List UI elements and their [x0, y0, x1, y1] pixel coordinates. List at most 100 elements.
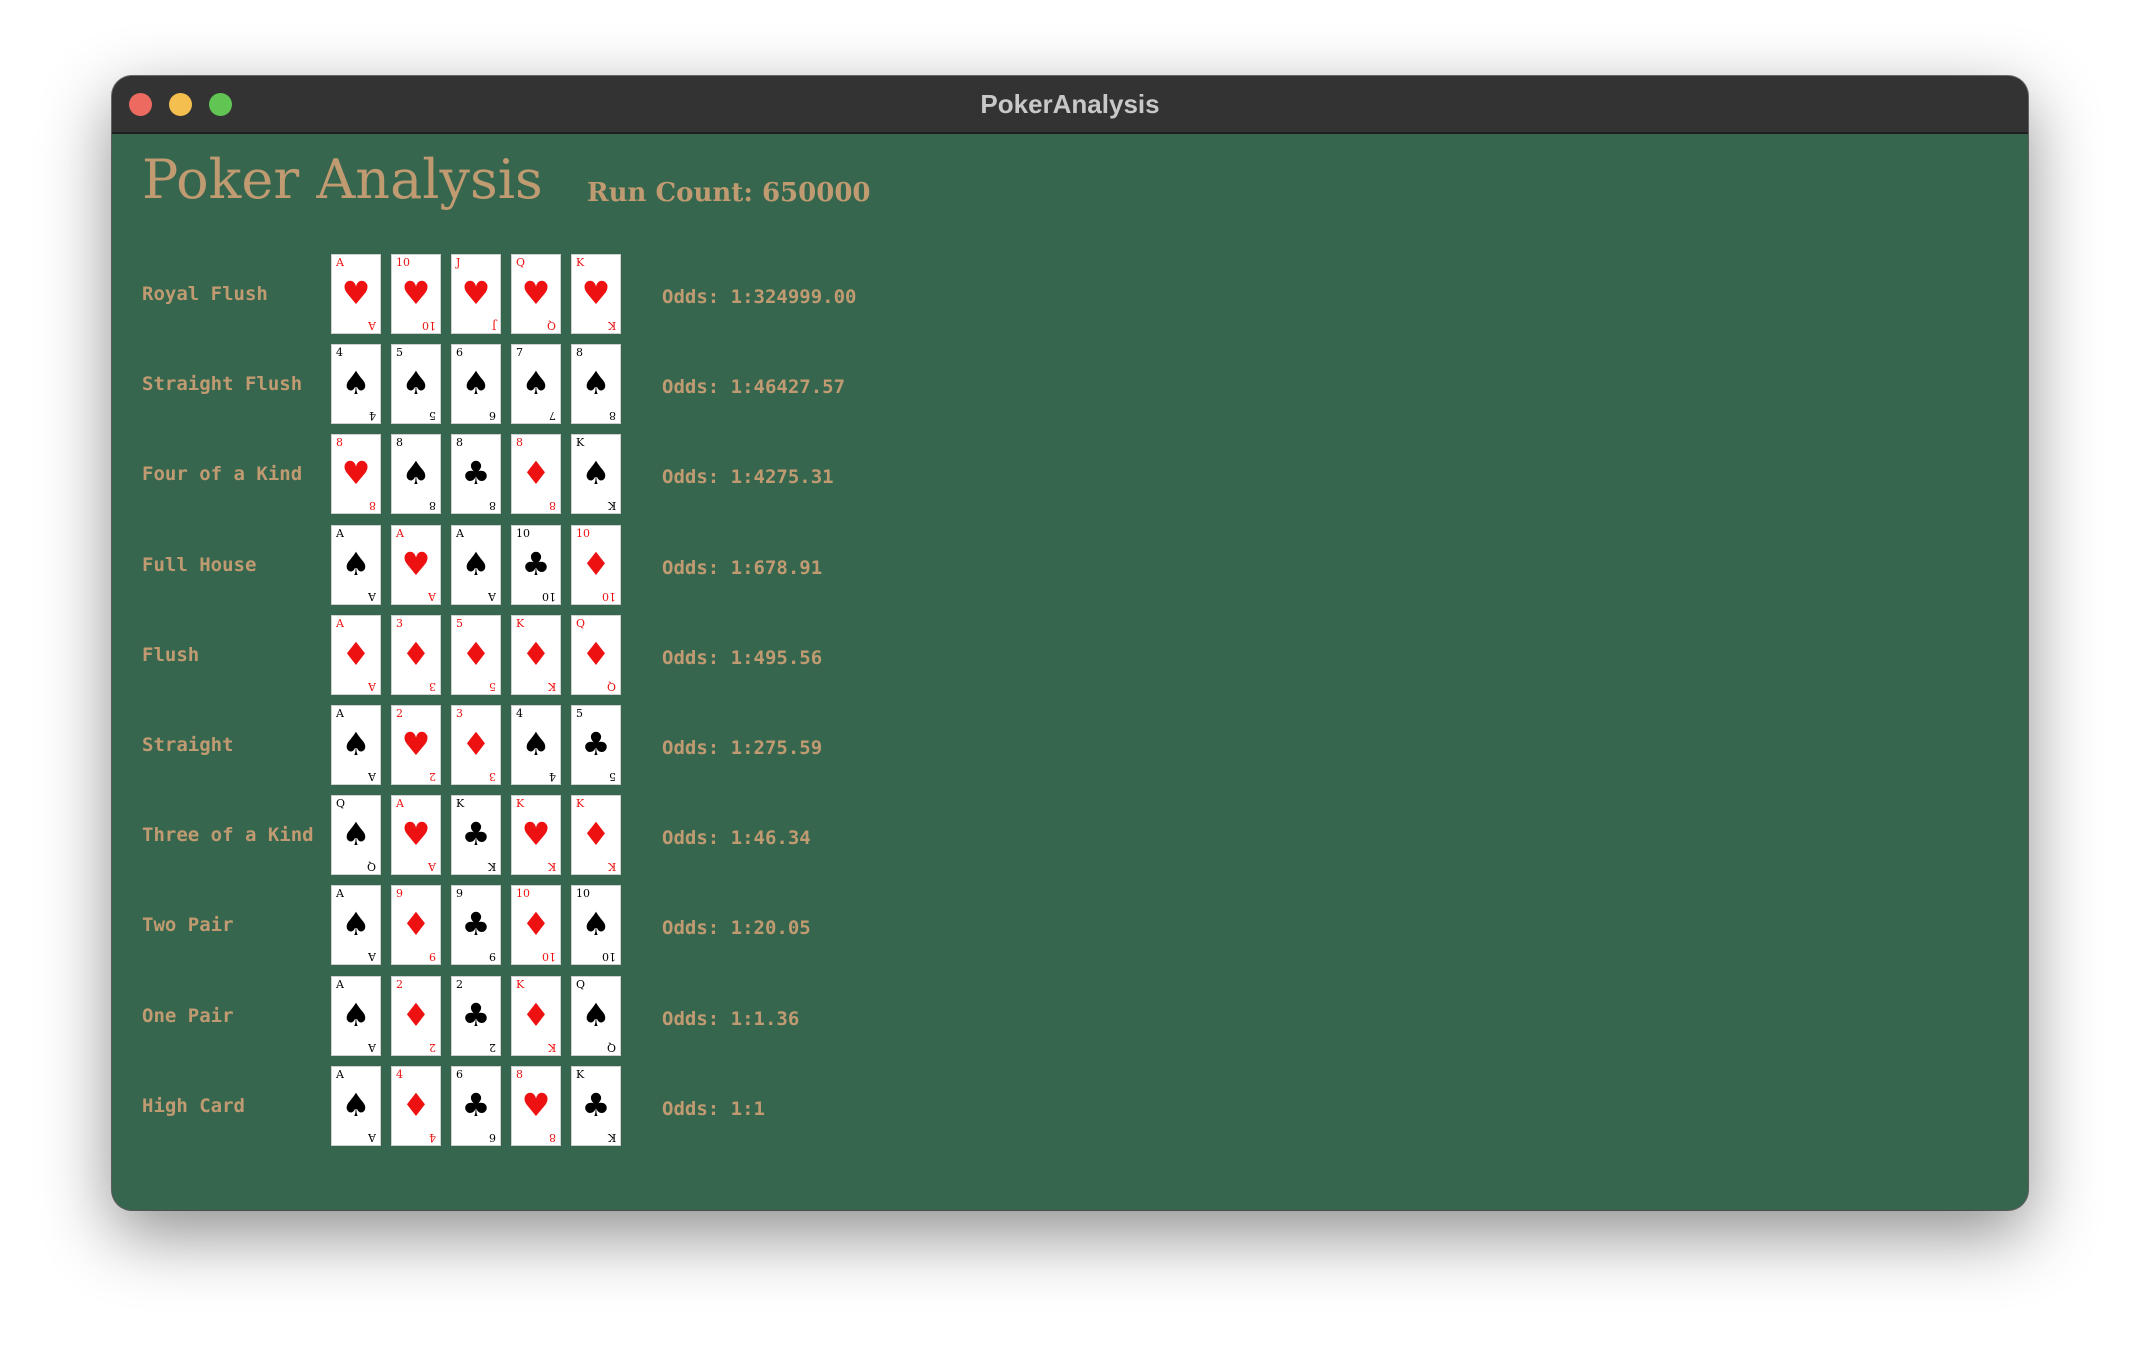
hearts-suit-icon: ♥	[401, 815, 431, 853]
card-rank-inverted: A	[428, 860, 436, 873]
card-rank-inverted: A	[368, 1131, 376, 1144]
clubs-suit-icon: ♣	[581, 725, 611, 763]
card-rank: K	[576, 436, 585, 449]
playing-card: 9 ♣ 9	[451, 885, 501, 965]
diamonds-suit-icon: ♦	[401, 1086, 431, 1124]
hearts-suit-icon: ♥	[521, 1086, 551, 1124]
playing-card: 8 ♣ 8	[451, 434, 501, 514]
card-rank-inverted: A	[368, 319, 376, 332]
card-rank: 4	[516, 707, 523, 720]
playing-card: K ♦ K	[511, 976, 561, 1056]
hand-odds: Odds: 1:1	[662, 1098, 765, 1120]
card-rank-inverted: Q	[366, 860, 376, 873]
hand-row: Flush A ♦ A 3 ♦ 3 5 ♦ 5 K ♦ K Q ♦ Q Odds: 1:495.56	[112, 615, 1012, 695]
card-rank-inverted: A	[428, 590, 436, 603]
hand-name: High Card	[142, 1095, 245, 1117]
hand-name: One Pair	[142, 1005, 234, 1027]
card-rank: 5	[456, 617, 463, 630]
playing-card: J ♥ J	[451, 254, 501, 334]
playing-card: A ♥ A	[391, 525, 441, 605]
card-rank-inverted: 8	[549, 499, 556, 512]
spades-suit-icon: ♠	[581, 996, 611, 1034]
card-rank: 2	[456, 978, 463, 991]
hearts-suit-icon: ♥	[401, 274, 431, 312]
card-rank: 10	[576, 527, 590, 540]
card-rank: 9	[456, 887, 463, 900]
card-rank: 6	[456, 1068, 463, 1081]
card-rank: K	[576, 256, 585, 269]
card-rank-inverted: 8	[609, 409, 616, 422]
card-rank: K	[516, 797, 525, 810]
clubs-suit-icon: ♣	[461, 996, 491, 1034]
card-rank: 4	[396, 1068, 403, 1081]
hand-name: Royal Flush	[142, 283, 268, 305]
card-rank: 10	[516, 887, 530, 900]
card-rank-inverted: K	[607, 499, 616, 512]
playing-card: K ♦ K	[571, 795, 621, 875]
hearts-suit-icon: ♥	[401, 545, 431, 583]
card-rank: A	[396, 527, 404, 540]
playing-card: 6 ♣ 6	[451, 1066, 501, 1146]
hand-row: Straight Flush 4 ♠ 4 5 ♠ 5 6 ♠ 6 7 ♠ 7 8 ♠ 8 Odds: 1:464…	[112, 344, 1012, 424]
playing-card: 8 ♠ 8	[571, 344, 621, 424]
card-rank-inverted: A	[368, 680, 376, 693]
clubs-suit-icon: ♣	[461, 454, 491, 492]
hand-row: Four of a Kind 8 ♥ 8 8 ♠ 8 8 ♣ 8 8 ♦ 8 K ♠ K Odds: 1:427…	[112, 434, 1012, 514]
card-rank-inverted: J	[491, 319, 496, 332]
card-rank: A	[336, 707, 344, 720]
card-rank-inverted: 4	[549, 770, 556, 783]
playing-card: 6 ♠ 6	[451, 344, 501, 424]
spades-suit-icon: ♠	[401, 364, 431, 402]
card-rank: 6	[456, 346, 463, 359]
spades-suit-icon: ♠	[461, 364, 491, 402]
card-rank-inverted: Q	[606, 1041, 616, 1054]
card-rank: 9	[396, 887, 403, 900]
playing-card: A ♥ A	[331, 254, 381, 334]
title-bar: PokerAnalysis	[112, 76, 2028, 134]
clubs-suit-icon: ♣	[461, 1086, 491, 1124]
playing-card: 10 ♦ 10	[571, 525, 621, 605]
playing-card: 8 ♥ 8	[511, 1066, 561, 1146]
card-rank-inverted: K	[607, 319, 616, 332]
card-rank: 8	[456, 436, 463, 449]
spades-suit-icon: ♠	[401, 454, 431, 492]
clubs-suit-icon: ♣	[521, 545, 551, 583]
diamonds-suit-icon: ♦	[521, 905, 551, 943]
playing-card: 8 ♦ 8	[511, 434, 561, 514]
card-rank-inverted: K	[487, 860, 496, 873]
card-rank: 4	[336, 346, 343, 359]
card-rank: K	[576, 1068, 585, 1081]
playing-card: A ♠ A	[331, 885, 381, 965]
card-rank-inverted: K	[547, 680, 556, 693]
hand-row: Straight A ♠ A 2 ♥ 2 3 ♦ 3 4 ♠ 4 5 ♣ 5 Odds: 1:275.59	[112, 705, 1012, 785]
hand-odds: Odds: 1:46.34	[662, 827, 811, 849]
card-rank-inverted: K	[547, 860, 556, 873]
spades-suit-icon: ♠	[341, 1086, 371, 1124]
playing-card: A ♠ A	[331, 1066, 381, 1146]
playing-card: 3 ♦ 3	[391, 615, 441, 695]
playing-card: K ♠ K	[571, 434, 621, 514]
spades-suit-icon: ♠	[341, 996, 371, 1034]
playing-card: A ♦ A	[331, 615, 381, 695]
playing-card: 3 ♦ 3	[451, 705, 501, 785]
hand-odds: Odds: 1:1.36	[662, 1008, 800, 1030]
card-rank-inverted: A	[368, 590, 376, 603]
hand-odds: Odds: 1:324999.00	[662, 286, 857, 308]
card-rank-inverted: 2	[489, 1041, 496, 1054]
card-rank: 3	[396, 617, 403, 630]
playing-card: A ♠ A	[331, 525, 381, 605]
clubs-suit-icon: ♣	[461, 815, 491, 853]
card-rank: K	[576, 797, 585, 810]
hand-odds: Odds: 1:678.91	[662, 557, 823, 579]
card-rank: 8	[336, 436, 343, 449]
spades-suit-icon: ♠	[341, 815, 371, 853]
card-rank-inverted: 2	[429, 1041, 436, 1054]
card-rank: Q	[576, 617, 586, 630]
playing-card: K ♣ K	[451, 795, 501, 875]
card-rank: 2	[396, 707, 403, 720]
hand-name: Flush	[142, 644, 200, 666]
spades-suit-icon: ♠	[341, 905, 371, 943]
playing-card: A ♠ A	[451, 525, 501, 605]
card-rank-inverted: 4	[369, 409, 376, 422]
card-rank-inverted: 2	[429, 770, 436, 783]
